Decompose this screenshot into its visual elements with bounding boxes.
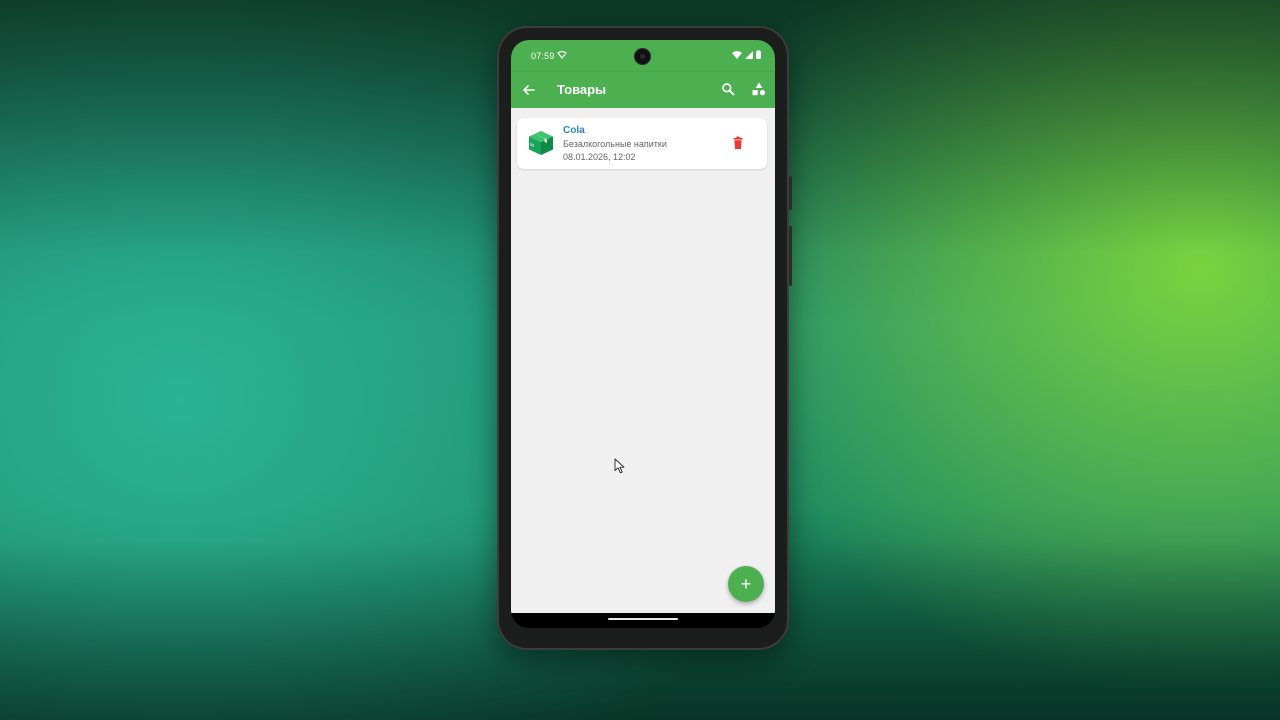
gesture-handle[interactable]	[608, 618, 678, 620]
product-list: Cola Безалкогольные напитки 08.01.2026, …	[511, 108, 775, 613]
mouse-cursor-icon	[614, 458, 625, 474]
trash-icon[interactable]	[731, 136, 745, 150]
signal-outline-icon	[557, 50, 567, 59]
status-icons	[732, 50, 761, 59]
plus-icon: +	[740, 573, 752, 594]
wifi-icon	[732, 51, 742, 59]
cell-signal-icon	[745, 50, 753, 59]
page-title: Товары	[557, 82, 607, 97]
status-time: 07:59	[531, 51, 555, 61]
product-category: Безалкогольные напитки	[563, 139, 667, 149]
power-button	[789, 176, 792, 210]
phone-screen: 07:59 Товары Cola Безалкогольные напитки…	[511, 40, 775, 628]
navigation-bar	[511, 613, 775, 628]
status-bar: 07:59	[511, 40, 775, 72]
battery-icon	[756, 50, 761, 59]
camera-cutout	[634, 48, 651, 65]
shapes-icon[interactable]	[752, 82, 766, 96]
package-box-icon	[529, 131, 553, 155]
product-name: Cola	[563, 125, 585, 136]
product-card[interactable]: Cola Безалкогольные напитки 08.01.2026, …	[517, 118, 767, 169]
volume-button	[789, 226, 792, 286]
add-product-button[interactable]: +	[728, 566, 764, 602]
back-arrow-icon[interactable]	[521, 82, 537, 98]
search-icon[interactable]	[721, 82, 735, 96]
product-date: 08.01.2026, 12:02	[563, 152, 636, 162]
app-bar: Товары	[511, 72, 775, 108]
phone-frame: 07:59 Товары Cola Безалкогольные напитки…	[497, 26, 792, 650]
